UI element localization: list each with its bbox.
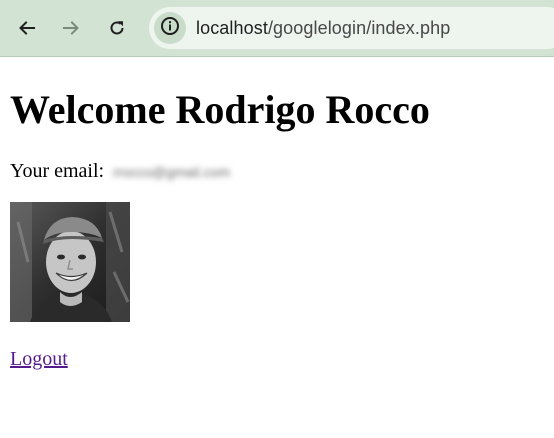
arrow-right-icon (61, 18, 81, 38)
reload-button[interactable] (100, 11, 134, 45)
email-value-blurred: rrocco@gmail.com (113, 164, 230, 181)
site-info-button[interactable] (154, 12, 186, 44)
logout-link[interactable]: Logout (10, 347, 68, 371)
forward-button[interactable] (54, 11, 88, 45)
browser-toolbar: localhost/googlelogin/index.php (0, 0, 554, 57)
page-title: Welcome Rodrigo Rocco (10, 87, 430, 132)
email-line: Your email: rrocco@gmail.com (10, 159, 230, 184)
url-path: /googlelogin/index.php (267, 18, 451, 38)
url-host: localhost (196, 18, 268, 38)
profile-photo (10, 202, 130, 322)
address-bar[interactable]: localhost/googlelogin/index.php (149, 7, 554, 49)
reload-icon (107, 18, 127, 38)
back-button[interactable] (10, 11, 44, 45)
url-text[interactable]: localhost/googlelogin/index.php (196, 18, 450, 39)
arrow-left-icon (17, 18, 37, 38)
info-circle-icon (160, 16, 180, 41)
email-label: Your email: (10, 160, 105, 182)
